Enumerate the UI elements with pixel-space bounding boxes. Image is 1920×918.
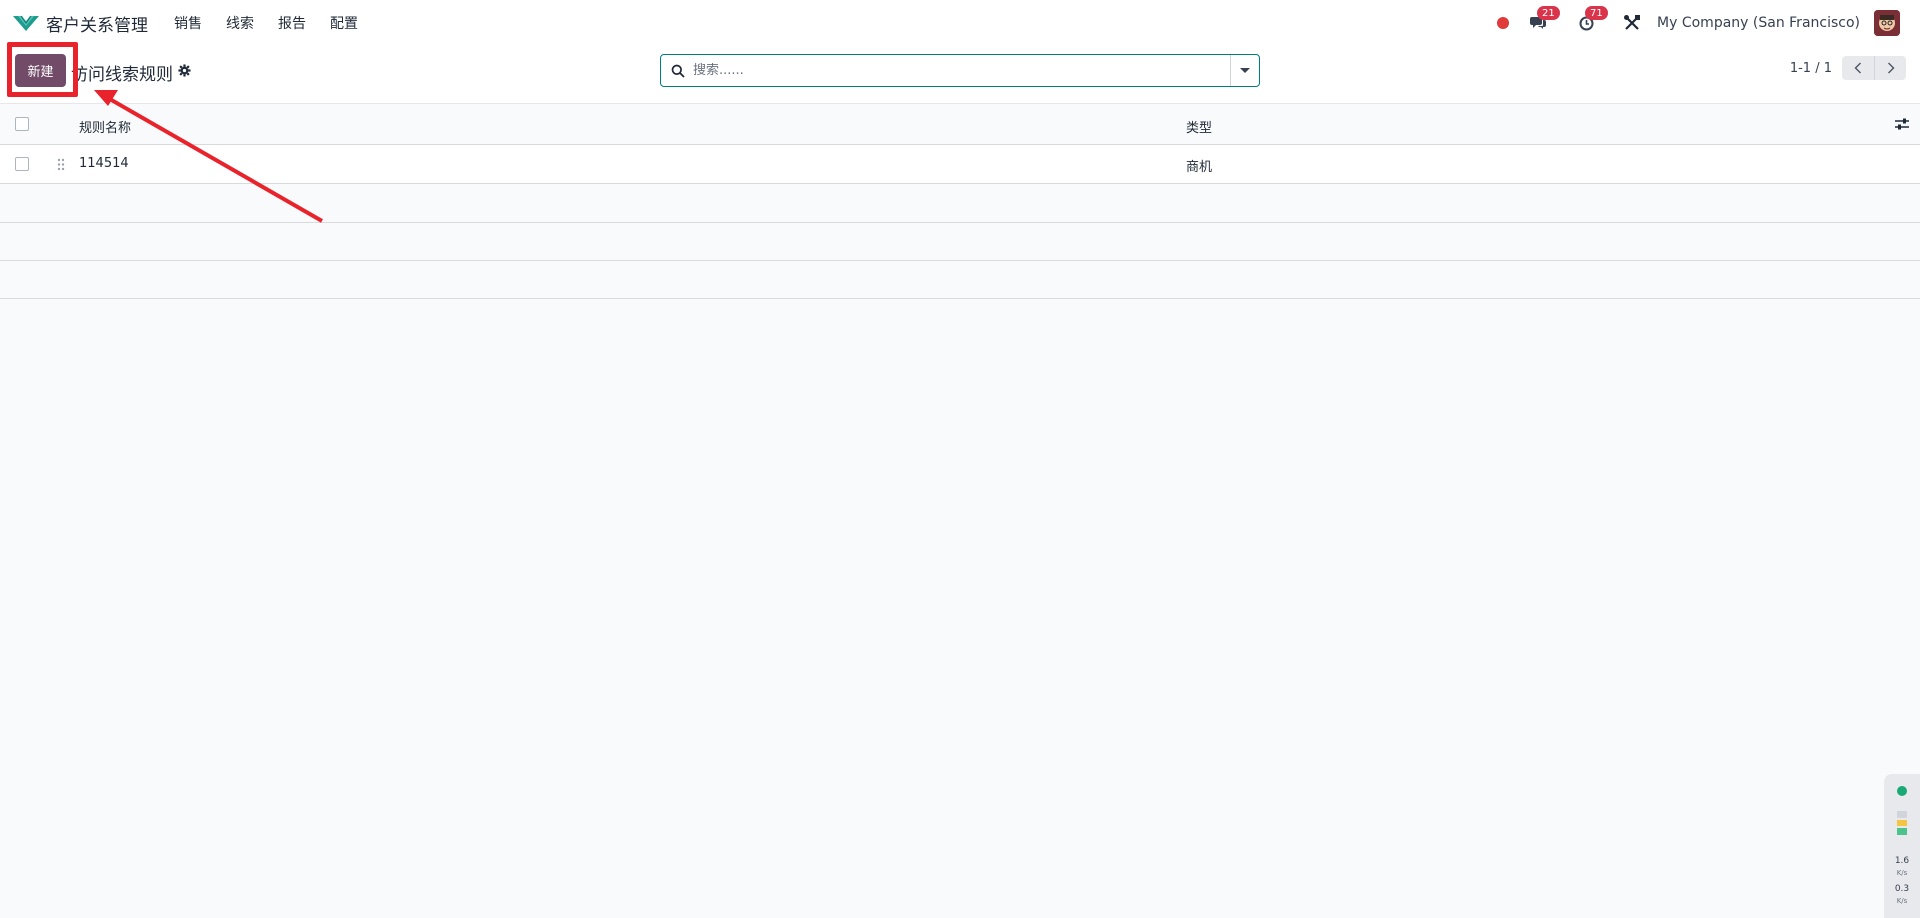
column-header-type[interactable]: 类型 xyxy=(1186,117,1212,136)
table-row[interactable]: 114514 商机 xyxy=(0,145,1920,184)
column-header-rule-name[interactable]: 规则名称 xyxy=(79,117,131,136)
status-dot-icon xyxy=(1897,786,1907,796)
chevron-left-icon xyxy=(1854,62,1861,74)
app-brand[interactable]: 客户关系管理 xyxy=(12,11,148,36)
search-options-toggle[interactable] xyxy=(1230,55,1259,86)
user-avatar-icon xyxy=(1874,10,1900,36)
crm-logo-icon xyxy=(13,15,39,31)
empty-row xyxy=(0,223,1920,261)
pager-previous-button[interactable] xyxy=(1842,56,1874,80)
optional-columns-icon[interactable] xyxy=(1894,117,1910,131)
chat-count-badge: 21 xyxy=(1537,6,1560,20)
caret-down-icon xyxy=(1240,68,1250,73)
new-button[interactable]: 新建 xyxy=(15,54,66,87)
row-checkbox[interactable] xyxy=(15,157,29,171)
menu-item-configuration[interactable]: 配置 xyxy=(318,13,370,33)
select-all-checkbox[interactable] xyxy=(15,117,29,131)
page-title: 访问线索规则 xyxy=(71,65,173,85)
search-input[interactable] xyxy=(693,63,1230,78)
chevron-right-icon xyxy=(1887,62,1894,74)
recording-indicator-icon[interactable] xyxy=(1497,17,1510,29)
pager: 1-1 / 1 xyxy=(1790,56,1906,80)
cell-rule-name: 114514 xyxy=(79,156,129,171)
network-speed-widget: 1.6 K/s 0.3 K/s xyxy=(1884,774,1920,918)
search-bar xyxy=(660,54,1260,87)
app-title: 客户关系管理 xyxy=(46,15,148,36)
drag-handle-icon[interactable] xyxy=(57,158,65,171)
upload-speed: 1.6 xyxy=(1894,856,1910,866)
gear-icon[interactable] xyxy=(178,64,191,77)
search-icon xyxy=(671,64,685,78)
empty-row xyxy=(0,185,1920,223)
user-avatar[interactable] xyxy=(1874,10,1900,36)
top-navbar: 客户关系管理 销售 线索 报告 配置 21 71 My Company (San… xyxy=(0,0,1920,46)
pager-value[interactable]: 1-1 / 1 xyxy=(1790,61,1832,76)
signal-bars-icon xyxy=(1897,811,1907,835)
cell-type: 商机 xyxy=(1186,160,1213,175)
menu-item-reporting[interactable]: 报告 xyxy=(266,13,318,33)
messaging-button[interactable]: 21 xyxy=(1527,6,1560,34)
menu-item-leads[interactable]: 线索 xyxy=(214,13,266,33)
pager-next-button[interactable] xyxy=(1874,56,1906,80)
activities-button[interactable]: 71 xyxy=(1575,6,1608,34)
download-speed: 0.3 xyxy=(1894,884,1910,894)
navbar-systray: 21 71 My Company (San Francisco) xyxy=(1497,0,1920,46)
main-menu: 销售 线索 报告 配置 xyxy=(162,13,370,33)
download-unit: K/s xyxy=(1896,897,1908,905)
activity-count-badge: 71 xyxy=(1585,6,1608,20)
list-header: 规则名称 类型 xyxy=(0,105,1920,145)
upload-unit: K/s xyxy=(1896,869,1908,877)
empty-row xyxy=(0,261,1920,299)
company-switcher[interactable]: My Company (San Francisco) xyxy=(1657,15,1860,31)
debug-tools-icon[interactable] xyxy=(1623,14,1641,32)
menu-item-sales[interactable]: 销售 xyxy=(162,13,214,33)
